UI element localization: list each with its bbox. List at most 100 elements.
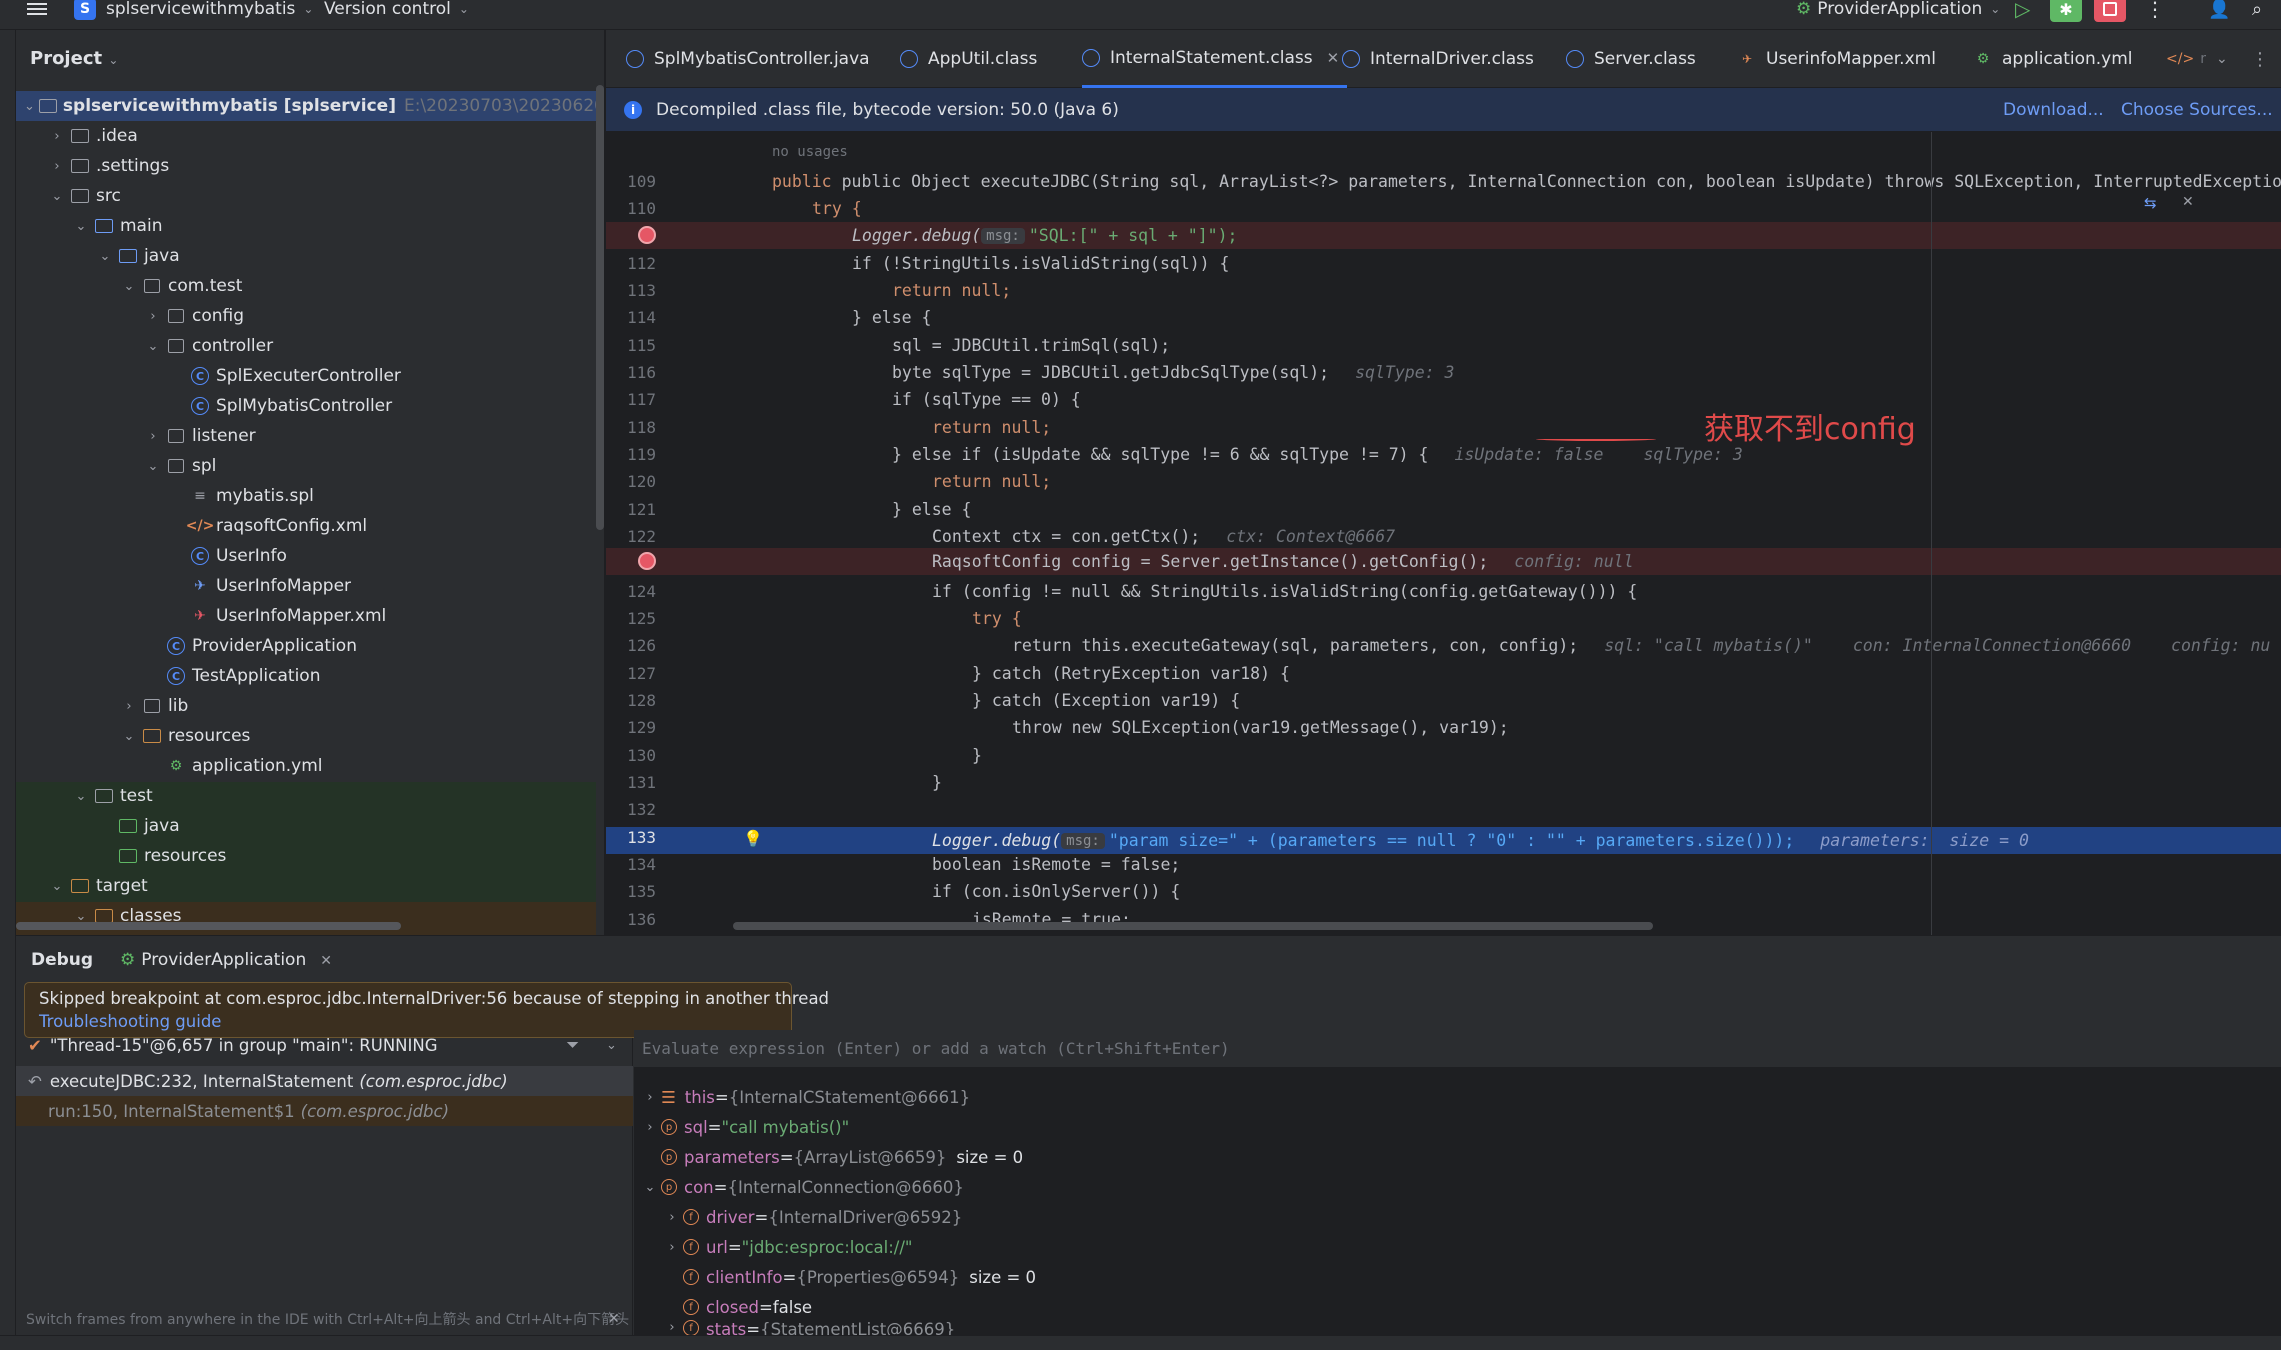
debug-session-tab[interactable]: ⚙ ProviderApplication ✕: [120, 950, 332, 970]
tree-item-application-yml[interactable]: ⚙ application.yml: [16, 751, 596, 781]
variable-row[interactable]: p parameters = {ArrayList@6659} size = 0: [661, 1142, 1023, 1172]
tree-item-config[interactable]: › config: [16, 301, 596, 331]
vertical-scrollbar[interactable]: [596, 85, 604, 530]
close-icon[interactable]: ✕: [320, 953, 332, 969]
chevron-right-icon[interactable]: ›: [639, 1090, 661, 1105]
vcs-menu[interactable]: Version control ⌄: [324, 0, 469, 20]
chevron-down-icon: ⌄: [51, 188, 63, 204]
tree-item-com-test[interactable]: ⌄ com.test: [16, 271, 596, 301]
tree-item-target[interactable]: ⌄ target: [16, 871, 596, 901]
tree-item-resources[interactable]: ⌄ resources: [16, 721, 596, 751]
chevron-right-icon[interactable]: ›: [661, 1210, 683, 1225]
reader-mode-icon[interactable]: ⇆: [2144, 194, 2157, 212]
close-icon[interactable]: ✕: [1327, 49, 1340, 67]
tree-item-test-resources[interactable]: resources: [16, 841, 596, 871]
tab-internalstatement[interactable]: InternalStatement.class ✕: [1082, 30, 1348, 88]
tree-item-spl[interactable]: ⌄ spl: [16, 451, 596, 481]
run-config-selector[interactable]: ⚙ ProviderApplication ⌄: [1796, 0, 2000, 20]
troubleshooting-link[interactable]: Troubleshooting guide: [39, 1012, 221, 1031]
variable-row[interactable]: › p sql = "call mybatis()": [639, 1112, 849, 1142]
tree-item-src[interactable]: ⌄ src: [16, 181, 596, 211]
tree-item-controller[interactable]: ⌄ controller: [16, 331, 596, 361]
debug-icon[interactable]: ✱: [2050, 0, 2082, 22]
download-link[interactable]: Download...: [2003, 100, 2104, 120]
source-folder-icon: [118, 248, 138, 264]
tab-application-yml[interactable]: ⚙ application.yml: [1974, 30, 2133, 88]
close-icon[interactable]: ✕: [2182, 194, 2194, 210]
chevron-right-icon[interactable]: ›: [639, 1120, 661, 1135]
tree-root[interactable]: ⌄ splservicewithmybatis [splservice] E:\…: [16, 91, 604, 121]
more-icon[interactable]: ⋮: [2145, 0, 2165, 21]
code-editor[interactable]: 109 110 112 113 114 115 116 117 118 119 …: [606, 132, 2281, 935]
stop-icon[interactable]: [2094, 0, 2126, 22]
variable-row[interactable]: › f driver = {InternalDriver@6592}: [661, 1202, 962, 1232]
chevron-right-icon[interactable]: ›: [661, 1320, 683, 1335]
tree-label: .settings: [96, 156, 170, 176]
tree-item-userinfomapper-xml[interactable]: ✈ UserInfoMapper.xml: [16, 601, 596, 631]
tree-item-mybatis-spl[interactable]: ≡ mybatis.spl: [16, 481, 596, 511]
chevron-down-icon: ⌄: [303, 2, 314, 16]
run-icon[interactable]: ▷: [2015, 0, 2030, 21]
tree-label: java: [144, 816, 180, 836]
xml-file-icon[interactable]: </> r: [2166, 30, 2206, 88]
chevron-down-icon: ⌄: [123, 728, 135, 744]
tab-internaldriver[interactable]: InternalDriver.class: [1342, 30, 1534, 88]
search-icon[interactable]: ⌕: [2252, 0, 2262, 20]
close-icon[interactable]: ✕: [608, 1311, 620, 1327]
tab-server[interactable]: Server.class: [1566, 30, 1696, 88]
tree-label: controller: [192, 336, 274, 356]
field-icon: f: [683, 1299, 699, 1315]
var-value: "call mybatis()": [721, 1117, 850, 1137]
horizontal-scrollbar[interactable]: [16, 922, 401, 930]
tree-item-userinfo[interactable]: C UserInfo: [16, 541, 596, 571]
tab-label: InternalStatement.class: [1110, 47, 1313, 68]
tree-item-providerapplication[interactable]: C ProviderApplication: [16, 631, 596, 661]
variable-row[interactable]: ⌄ p con = {InternalConnection@6660}: [639, 1172, 964, 1202]
var-name: stats: [706, 1320, 747, 1335]
chevron-down-icon[interactable]: ⌄: [606, 1038, 617, 1053]
tree-item-main[interactable]: ⌄ main: [16, 211, 596, 241]
variable-row[interactable]: › f stats = {StatementList@6669}: [661, 1320, 955, 1335]
tree-item-test[interactable]: ⌄ test: [16, 781, 596, 811]
tree-item-splexecutercontroller[interactable]: C SplExecuterController: [16, 361, 596, 391]
tree-item-test-java[interactable]: java: [16, 811, 596, 841]
tab-apputil[interactable]: AppUtil.class: [900, 30, 1037, 88]
frame-row[interactable]: ↶ executeJDBC:232, InternalStatement (co…: [16, 1066, 633, 1096]
frames-panel: ✔ "Thread-15"@6,657 in group "main": RUN…: [16, 1030, 633, 1335]
variable-row[interactable]: f closed = false: [683, 1292, 812, 1322]
tree-item-userinfomapper[interactable]: ✈ UserInfoMapper: [16, 571, 596, 601]
evaluate-expression-input[interactable]: Evaluate expression (Enter) or add a wat…: [634, 1030, 2281, 1068]
package-icon: [166, 308, 186, 324]
tree-item-raqsoftconfig[interactable]: </> raqsoftConfig.xml: [16, 511, 596, 541]
banner-text: Decompiled .class file, bytecode version…: [656, 99, 1119, 120]
choose-sources-link[interactable]: Choose Sources...: [2121, 100, 2273, 120]
more-icon[interactable]: ⋮: [2251, 30, 2269, 88]
hamburger-icon[interactable]: [26, 0, 48, 20]
tree-item-listener[interactable]: › listener: [16, 421, 596, 451]
user-icon[interactable]: 👤: [2208, 0, 2230, 20]
variable-row[interactable]: › f url = "jdbc:esproc:local://": [661, 1232, 912, 1262]
tree-item-testapplication[interactable]: C TestApplication: [16, 661, 596, 691]
tree-item-idea[interactable]: › .idea: [16, 121, 596, 151]
chevron-down-icon[interactable]: ⌄: [639, 1180, 661, 1195]
filter-icon[interactable]: ⏷: [566, 1035, 579, 1055]
frame-row[interactable]: run:150, InternalStatement$1 (com.esproc…: [16, 1096, 633, 1126]
tree-label: UserInfo: [216, 546, 287, 566]
title-bar: S splservicewithmybatis ⌄ Version contro…: [0, 0, 2281, 30]
tree-item-lib[interactable]: › lib: [16, 691, 596, 721]
tree-item-settings[interactable]: › .settings: [16, 151, 596, 181]
variable-row[interactable]: f clientInfo = {Properties@6594} size = 0: [683, 1262, 1036, 1292]
code-text: sql = JDBCUtil.trimSql(sql);: [892, 336, 1171, 355]
project-switcher[interactable]: S splservicewithmybatis ⌄: [74, 0, 313, 20]
variable-row[interactable]: › ☰ this = {InternalCStatement@6661}: [639, 1082, 970, 1112]
tree-item-splmybatiscontroller[interactable]: C SplMybatisController: [16, 391, 596, 421]
code-line-111: Logger.debug(msg: "SQL:[" + sql + "]");: [606, 222, 2281, 249]
debug-title[interactable]: Debug: [31, 950, 93, 970]
chevron-right-icon[interactable]: ›: [661, 1240, 683, 1255]
project-panel-title[interactable]: Project ⌄: [30, 48, 118, 69]
tab-splmybatiscontroller[interactable]: SplMybatisController.java: [626, 30, 870, 88]
chevron-down-icon[interactable]: ⌄: [2216, 30, 2228, 88]
horizontal-scrollbar[interactable]: [733, 922, 1653, 930]
tab-userinfomapper-xml[interactable]: ✈ UserinfoMapper.xml: [1738, 30, 1936, 88]
tree-item-java[interactable]: ⌄ java: [16, 241, 596, 271]
